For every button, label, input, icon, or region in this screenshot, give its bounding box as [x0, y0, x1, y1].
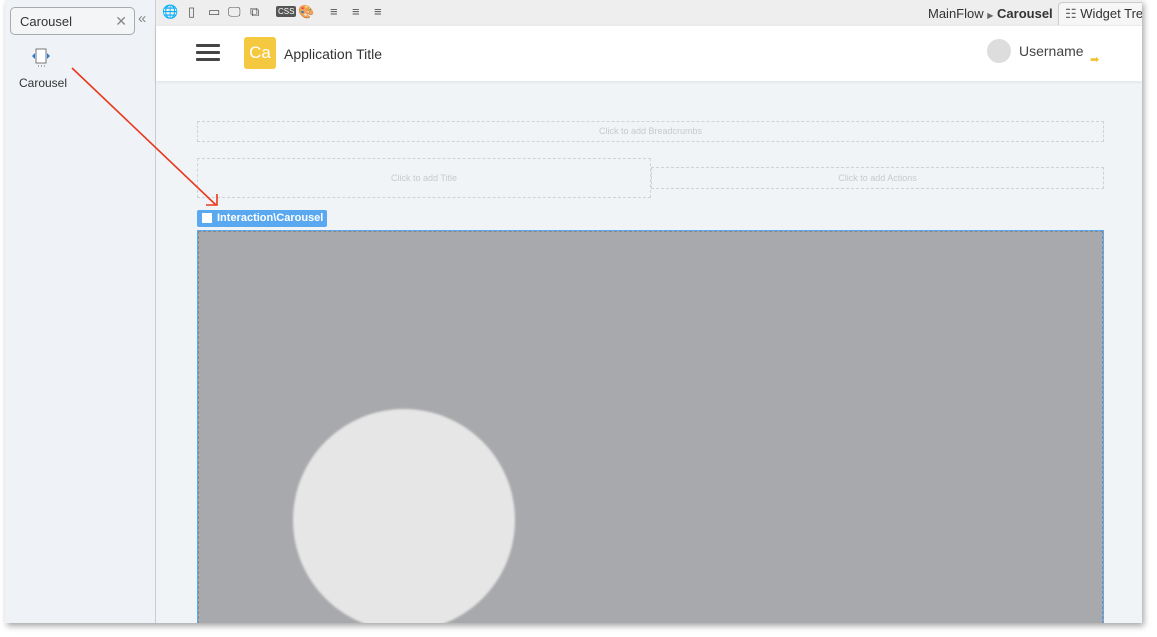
annotation-arrow — [71, 67, 218, 206]
